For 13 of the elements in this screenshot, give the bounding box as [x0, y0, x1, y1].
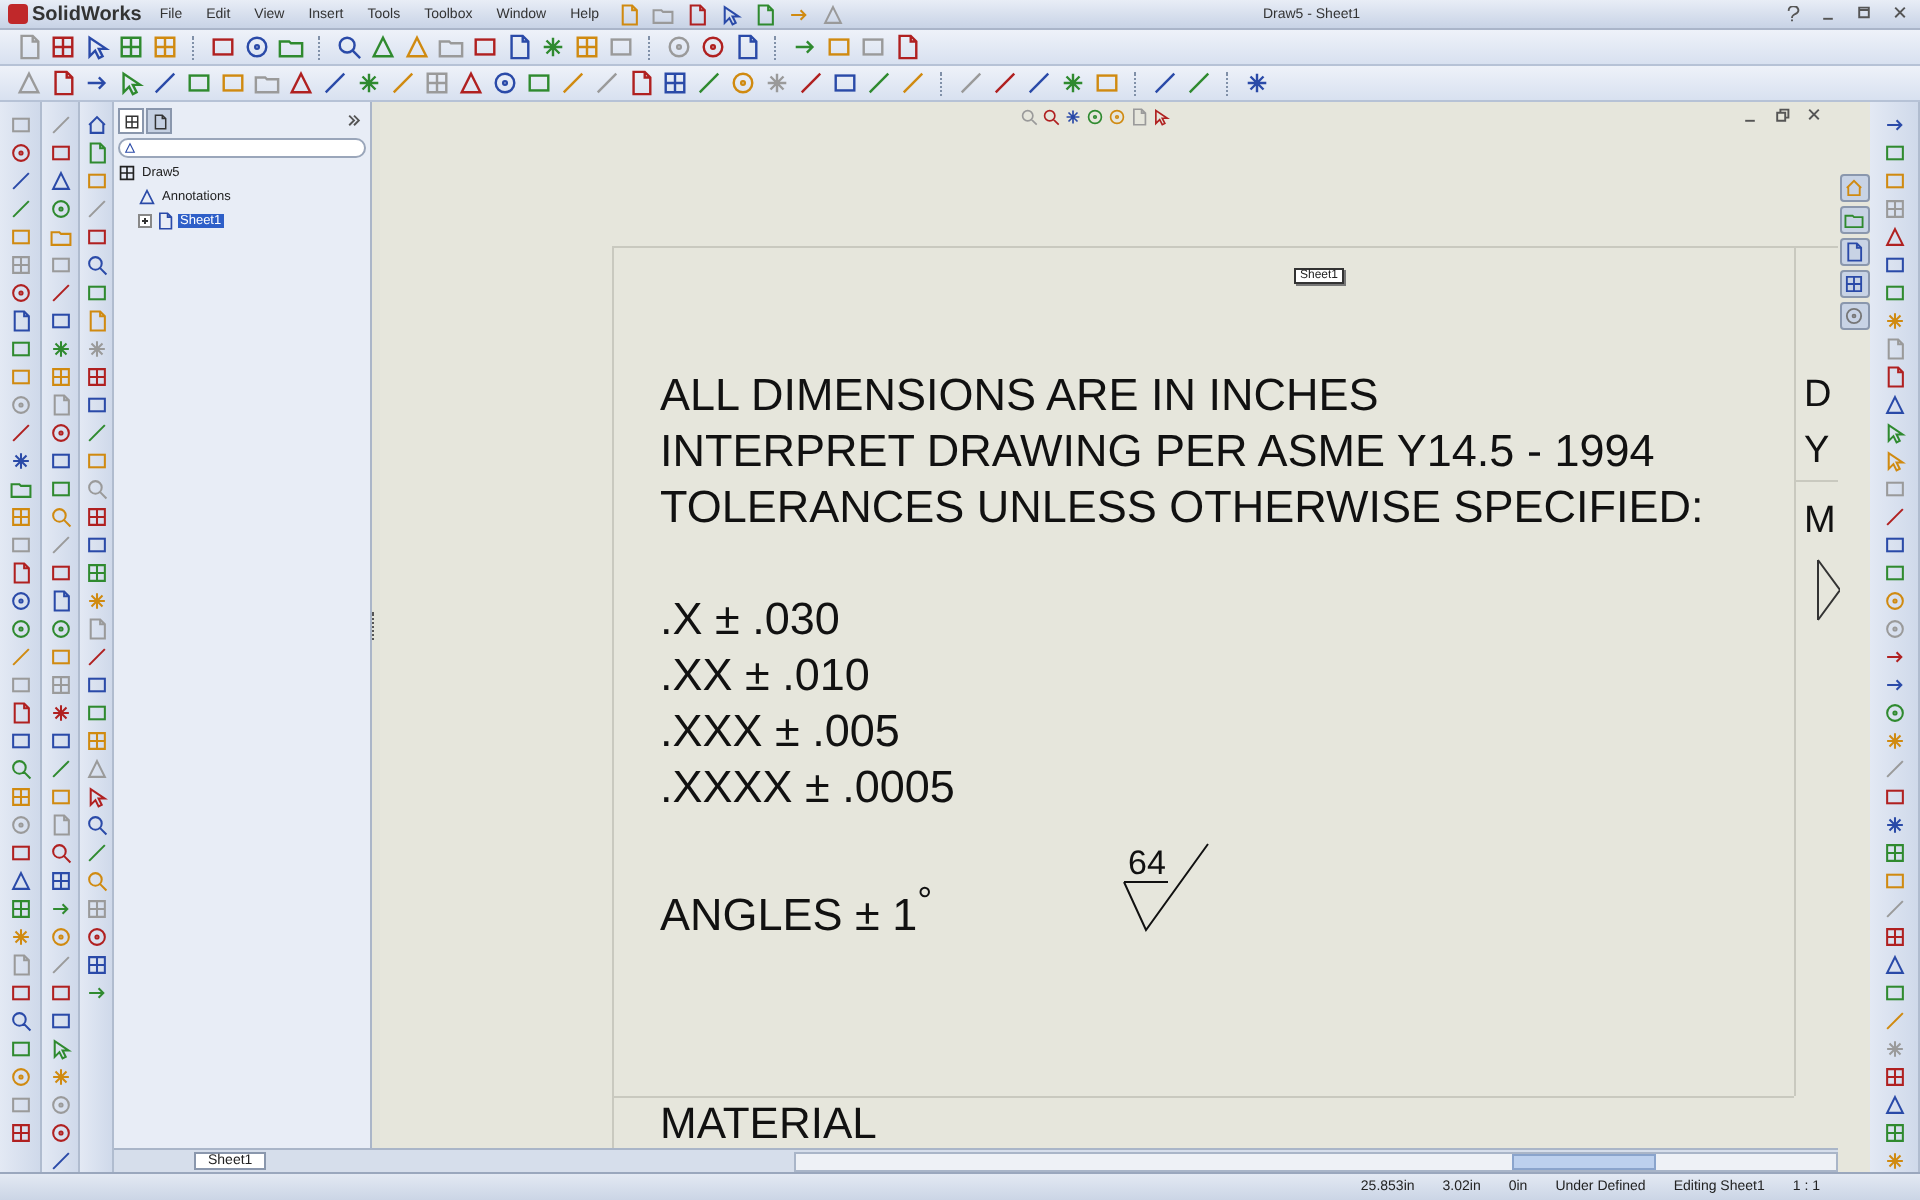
title-block-text: Y: [1802, 428, 1832, 476]
app-name: SolidWorks: [32, 3, 142, 25]
note-text: ALL DIMENSIONS ARE IN INCHES: [660, 368, 1379, 424]
note-text: .XXXX ± .0005: [660, 760, 955, 816]
note-text: .XX ± .010: [660, 648, 870, 704]
note-text: TOLERANCES UNLESS OTHERWISE SPECIFIED:: [660, 480, 1704, 536]
note-text: .XXX ± .005: [660, 704, 900, 760]
note-text: ANGLES ± 1$^{°}$: [660, 876, 933, 943]
note-text: INTERPRET DRAWING PER ASME Y14.5 - 1994: [660, 424, 1655, 480]
note-text: .X ± .030: [660, 592, 840, 648]
title-block-text: MATERIAL: [660, 1100, 877, 1148]
title-block-text: M: [1802, 498, 1838, 546]
title-block-text: D: [1802, 372, 1834, 420]
